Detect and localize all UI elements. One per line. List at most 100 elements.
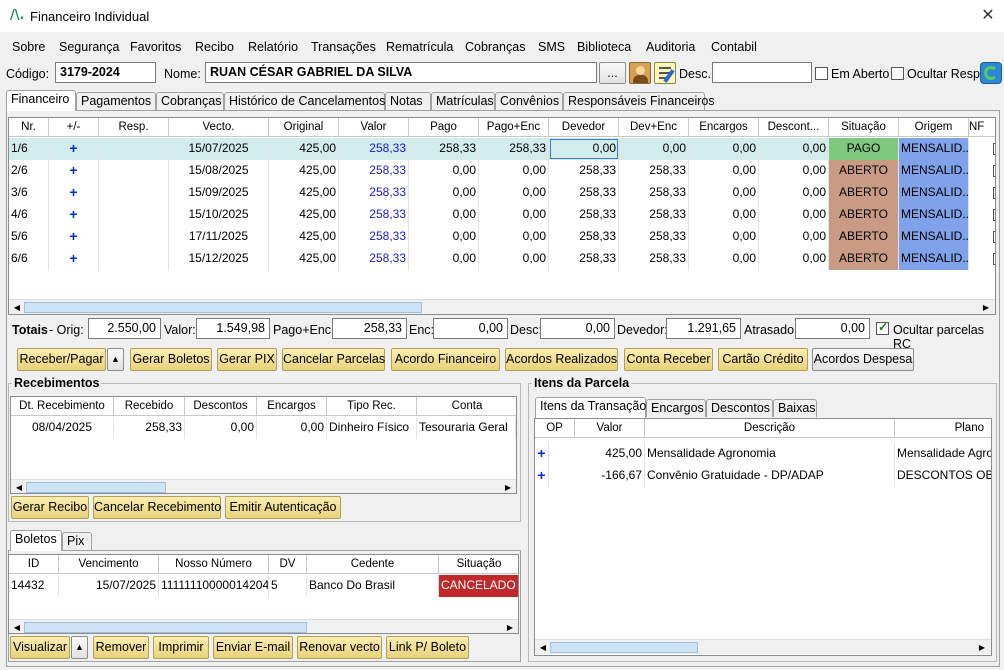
parcela-cell[interactable]: 258,33 — [339, 204, 409, 226]
parcela-cell[interactable]: 425,00 — [269, 160, 339, 182]
tab-baixas[interactable]: Baixas — [773, 399, 817, 417]
expand-plus-icon[interactable]: + — [49, 204, 99, 226]
acordo-financeiro-button[interactable]: Acordo Financeiro — [391, 348, 500, 371]
menu-contabil[interactable]: Contabil — [711, 40, 757, 54]
expand-plus-icon[interactable]: + — [49, 226, 99, 248]
col-header[interactable]: OP — [535, 419, 575, 438]
parcela-cell[interactable]: 258,33 — [339, 138, 409, 160]
scroll-left-icon[interactable]: ◀ — [10, 621, 24, 633]
imprimir-button[interactable]: Imprimir — [153, 636, 209, 659]
parcela-cell[interactable]: 0,00 — [479, 204, 549, 226]
scroll-thumb[interactable] — [26, 482, 166, 493]
parcela-cell[interactable]: 0,00 — [689, 182, 759, 204]
parcela-cell[interactable]: 0,00 — [479, 160, 549, 182]
em-aberto-checkbox[interactable] — [815, 67, 828, 80]
parcelas-grid[interactable]: Nr. +/- Resp. Vecto. Original Valor Pago… — [8, 117, 996, 315]
situacao-cell[interactable]: ABERTO — [829, 204, 899, 226]
expand-plus-icon[interactable]: + — [49, 182, 99, 204]
parcela-cell[interactable]: 258,33 — [409, 138, 479, 160]
receb-cell[interactable]: Dinheiro Físico — [327, 417, 417, 439]
codigo-field[interactable]: 3179-2024 — [55, 62, 156, 83]
parcela-cell[interactable] — [99, 182, 169, 204]
parcela-cell[interactable]: 17/11/2025 — [169, 226, 269, 248]
parcela-cell[interactable]: 2/6 — [9, 160, 49, 182]
refresh-icon[interactable] — [980, 62, 1002, 84]
parcela-cell[interactable]: 258,33 — [619, 226, 689, 248]
col-header[interactable]: Original — [269, 118, 339, 137]
parcela-cell[interactable]: 15/08/2025 — [169, 160, 269, 182]
menu-transacoes[interactable]: Transações — [311, 40, 376, 54]
recebimentos-grid[interactable]: Dt. Recebimento Recebido Descontos Encar… — [10, 396, 517, 494]
remover-button[interactable]: Remover — [93, 636, 149, 659]
tab-encargos[interactable]: Encargos — [646, 399, 706, 417]
ocultar-parcelas-checkbox[interactable] — [876, 320, 889, 335]
receb-cell[interactable]: 0,00 — [185, 417, 257, 439]
parcela-cell[interactable]: 258,33 — [619, 182, 689, 204]
nf-checkbox[interactable] — [993, 187, 995, 199]
tab-itens-transacao[interactable]: Itens da Transação — [535, 397, 646, 418]
col-header[interactable]: Encargos — [689, 118, 759, 137]
situacao-cell[interactable]: ABERTO — [829, 248, 899, 270]
item-cell[interactable]: 425,00 — [575, 443, 645, 465]
menu-rematricula[interactable]: Rematrícula — [386, 40, 453, 54]
col-header[interactable]: Situação — [439, 555, 518, 574]
boleto-cell[interactable]: 5 — [269, 575, 307, 597]
parcela-cell[interactable]: 258,33 — [619, 204, 689, 226]
parcela-cell[interactable]: 258,33 — [549, 248, 619, 270]
parcela-cell[interactable] — [99, 248, 169, 270]
cancelar-parcelas-button[interactable]: Cancelar Parcelas — [282, 348, 385, 371]
parcela-cell[interactable]: 0,00 — [689, 226, 759, 248]
col-header[interactable]: Encargos — [257, 397, 327, 416]
parcela-cell[interactable]: 6/6 — [9, 248, 49, 270]
parcela-cell[interactable]: 258,33 — [339, 248, 409, 270]
scroll-left-icon[interactable]: ◀ — [10, 301, 24, 314]
col-header[interactable]: Descontos — [185, 397, 257, 416]
cartao-credito-button[interactable]: Cartão Crédito — [718, 348, 808, 371]
tab-boletos[interactable]: Boletos — [10, 530, 62, 551]
parcela-cell[interactable]: 258,33 — [339, 182, 409, 204]
col-header[interactable]: Descont... — [759, 118, 829, 137]
parcela-cell[interactable]: 1/6 — [9, 138, 49, 160]
parcela-cell[interactable]: 258,33 — [549, 204, 619, 226]
menu-cobrancas[interactable]: Cobranças — [465, 40, 525, 54]
cancelar-recebimento-button[interactable]: Cancelar Recebimento — [93, 496, 221, 519]
receb-cell[interactable]: Tesouraria Geral — [417, 417, 516, 439]
gerar-pix-button[interactable]: Gerar PIX — [217, 348, 277, 371]
expand-plus-icon[interactable]: + — [49, 138, 99, 160]
boleto-cell[interactable]: 11111110000014204 — [159, 575, 269, 597]
item-cell[interactable]: Mensalidade Agronomia — [645, 443, 895, 465]
situacao-cell[interactable]: PAGO — [829, 138, 899, 160]
ocultar-resp-checkbox[interactable] — [891, 67, 904, 80]
parcela-cell[interactable]: 15/09/2025 — [169, 182, 269, 204]
col-header[interactable]: Valor — [575, 419, 645, 438]
parcela-cell[interactable]: 15/07/2025 — [169, 138, 269, 160]
origem-cell[interactable]: MENSALID... — [899, 138, 969, 160]
tab-pagamentos[interactable]: Pagamentos — [76, 92, 156, 110]
edit-note-icon[interactable] — [654, 62, 676, 84]
col-header[interactable]: Tipo Rec. — [327, 397, 417, 416]
parcela-cell[interactable] — [99, 226, 169, 248]
item-cell[interactable]: -166,67 — [575, 465, 645, 487]
parcela-cell[interactable]: 258,33 — [549, 160, 619, 182]
itens-grid[interactable]: OP Valor Descrição Plano + 425,00 Mensal… — [534, 418, 992, 656]
parcela-cell[interactable]: 0,00 — [759, 138, 829, 160]
parcela-cell[interactable]: 258,33 — [619, 248, 689, 270]
nf-checkbox[interactable] — [993, 253, 995, 265]
col-header[interactable]: Vecto. — [169, 118, 269, 137]
col-header[interactable]: ID — [9, 555, 59, 574]
item-cell[interactable]: DESCONTOS OBT — [895, 465, 991, 487]
student-photo-icon[interactable] — [629, 62, 651, 84]
col-header[interactable]: Nosso Número — [159, 555, 269, 574]
parcela-cell[interactable]: 0,00 — [619, 138, 689, 160]
parcela-cell[interactable] — [99, 138, 169, 160]
col-header[interactable]: Vencimento — [59, 555, 159, 574]
menu-seguranca[interactable]: Segurança — [59, 40, 119, 54]
receber-pagar-button[interactable]: Receber/Pagar — [17, 348, 106, 371]
parcela-cell[interactable]: 0,00 — [759, 226, 829, 248]
parcela-cell[interactable] — [99, 204, 169, 226]
col-header[interactable]: Conta — [417, 397, 516, 416]
parcela-cell[interactable]: 0,00 — [759, 248, 829, 270]
parcela-cell[interactable]: 4/6 — [9, 204, 49, 226]
parcela-cell[interactable]: 0,00 — [409, 248, 479, 270]
origem-cell[interactable]: MENSALID... — [899, 160, 969, 182]
